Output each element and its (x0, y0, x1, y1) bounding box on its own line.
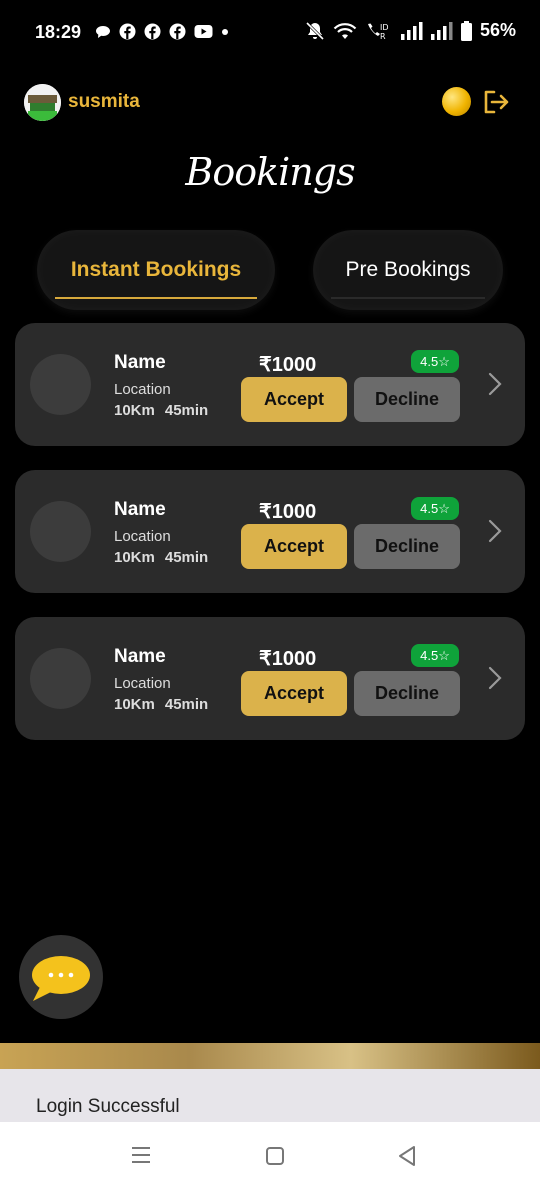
page-title: Bookings (185, 150, 355, 194)
system-nav-bar (0, 1122, 540, 1188)
chevron-right-icon[interactable] (485, 517, 505, 545)
distance: 10Km (114, 549, 155, 566)
price: ₹1000 (259, 501, 317, 523)
distance: 10Km (114, 402, 155, 419)
system-icons: ID R 56% (305, 20, 516, 41)
duration: 45min (164, 402, 209, 419)
facebook-icon (119, 23, 136, 40)
signal-icon (430, 21, 453, 40)
price: ₹1000 (259, 648, 317, 670)
distance: 10Km (114, 696, 155, 713)
signal-icon (400, 21, 423, 40)
back-icon[interactable] (397, 1145, 417, 1167)
avatar[interactable] (24, 84, 61, 121)
logout-icon[interactable] (482, 88, 510, 116)
status-time: 18:29 (35, 22, 82, 42)
facebook-icon (144, 23, 161, 40)
message-icon (96, 25, 110, 38)
tab-instant-bookings[interactable]: Instant Bookings (37, 230, 275, 310)
status-bar: 18:29 ID R 56% (0, 0, 540, 64)
accept-button[interactable]: Accept (241, 524, 347, 569)
customer-name: Name (114, 352, 166, 373)
tab-indicator (331, 297, 485, 299)
battery-icon (460, 20, 472, 41)
chat-bubble-icon (32, 956, 90, 1001)
decline-button[interactable]: Decline (354, 377, 460, 422)
trip-info: 10Km 45min (114, 402, 218, 419)
coin-icon[interactable] (442, 87, 471, 116)
chevron-right-icon[interactable] (485, 664, 505, 692)
customer-location: Location (114, 528, 171, 545)
tab-label: Pre Bookings (345, 258, 471, 281)
customer-avatar (30, 648, 91, 709)
recents-icon[interactable] (131, 1146, 151, 1164)
wifi-icon (333, 22, 357, 39)
chevron-right-icon[interactable] (485, 370, 505, 398)
youtube-icon (194, 25, 213, 38)
decline-button[interactable]: Decline (354, 524, 460, 569)
battery-percent: 56% (479, 20, 516, 40)
notification-icons (95, 23, 229, 40)
toast-message: Login Successful (36, 1096, 180, 1117)
customer-name: Name (114, 499, 166, 520)
trip-info: 10Km 45min (114, 549, 218, 566)
price: ₹1000 (259, 354, 317, 376)
tab-pre-bookings[interactable]: Pre Bookings (313, 230, 503, 310)
facebook-icon (169, 23, 186, 40)
volte-icon: IDR (367, 23, 389, 41)
booking-card[interactable]: Name Location 10Km 45min ₹1000 4.5☆ Accep… (15, 470, 525, 593)
svg-text:ID: ID (380, 23, 389, 32)
customer-avatar (30, 501, 91, 562)
toast: Login Successful (0, 1069, 540, 1123)
duration: 45min (164, 696, 209, 713)
rating-badge: 4.5☆ (411, 644, 459, 667)
customer-avatar (30, 354, 91, 415)
trip-info: 10Km 45min (114, 696, 218, 713)
customer-location: Location (114, 675, 171, 692)
decline-button[interactable]: Decline (354, 671, 460, 716)
chat-button[interactable] (19, 935, 103, 1019)
accept-button[interactable]: Accept (241, 377, 347, 422)
customer-location: Location (114, 381, 171, 398)
bell-muted-icon (305, 21, 325, 40)
home-icon[interactable] (265, 1146, 285, 1166)
customer-name: Name (114, 646, 166, 667)
avatar-image (24, 84, 61, 121)
rating-badge: 4.5☆ (411, 350, 459, 373)
tab-label: Instant Bookings (70, 258, 242, 281)
duration: 45min (164, 549, 209, 566)
rating-badge: 4.5☆ (411, 497, 459, 520)
booking-card[interactable]: Name Location 10Km 45min ₹1000 4.5☆ Accep… (15, 617, 525, 740)
accept-button[interactable]: Accept (241, 671, 347, 716)
username[interactable]: susmita (68, 91, 140, 113)
tab-active-indicator (55, 297, 257, 299)
dot-icon (222, 28, 228, 35)
svg-text:R: R (380, 32, 386, 41)
booking-card[interactable]: Name Location 10Km 45min ₹1000 4.5☆ Accep… (15, 323, 525, 446)
